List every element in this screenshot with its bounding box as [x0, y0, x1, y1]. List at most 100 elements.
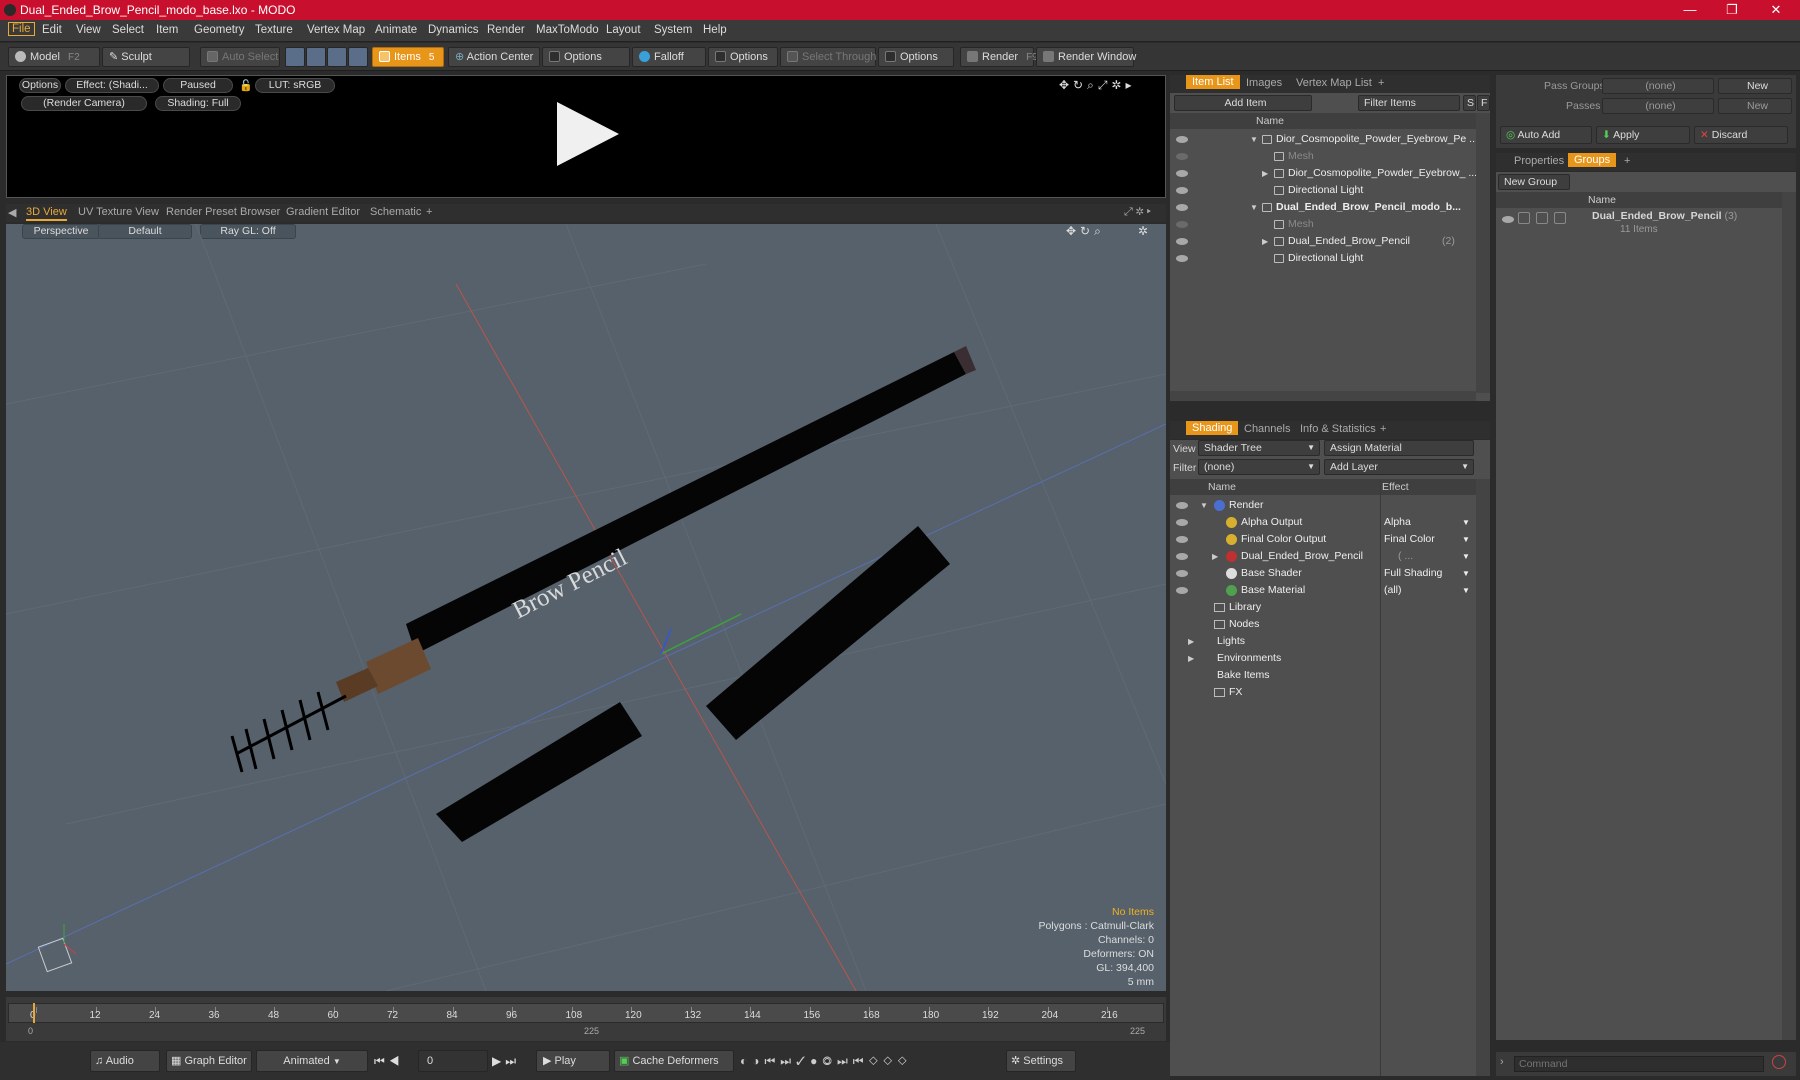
tab-groups[interactable]: Groups	[1568, 153, 1617, 167]
select-through-button[interactable]: Select Through	[780, 47, 876, 67]
render-window-button[interactable]: Render Window	[1036, 47, 1136, 67]
menu-dynamics[interactable]: Dynamics	[428, 24, 478, 36]
expand-right-icon[interactable]: ▶	[1188, 650, 1194, 667]
add-layer-dropdown[interactable]: Add Layer ▼	[1324, 459, 1474, 475]
scene-render[interactable]: Brow Pencil	[6, 224, 1166, 991]
menu-system[interactable]: System	[654, 24, 692, 36]
item-row[interactable]: Directional Light	[1170, 182, 1476, 199]
groups-scrollbar[interactable]	[1782, 192, 1796, 1040]
menu-select[interactable]: Select	[112, 24, 144, 36]
shading-dropdown[interactable]: Shading: Full	[155, 96, 241, 111]
chevron-down-icon[interactable]: ▼	[1462, 531, 1470, 548]
passes-dropdown[interactable]: (none)	[1602, 98, 1714, 114]
shader-row[interactable]: Base Material (all) ▼	[1170, 582, 1476, 599]
shader-tree-scrollbar[interactable]	[1476, 479, 1490, 1076]
brow-pencil-model[interactable]: Brow Pencil	[230, 346, 976, 773]
timeline-playhead[interactable]	[33, 1003, 35, 1023]
new-pass-group-button[interactable]: New	[1718, 78, 1792, 94]
group-lock-checkbox[interactable]	[1536, 212, 1548, 224]
visibility-eye-icon[interactable]	[1176, 536, 1188, 543]
audio-button[interactable]: ♫ Audio	[90, 1050, 160, 1072]
add-item-dropdown[interactable]: Add Item	[1174, 95, 1312, 111]
timeline[interactable]: 0 12 24 36 48 60 72 84 96 108 120 132 144 156 168 180 19…	[6, 997, 1166, 1041]
minimize-icon[interactable]: —	[1670, 0, 1710, 20]
menu-item[interactable]: Item	[156, 24, 178, 36]
effect-value[interactable]: Final Color	[1384, 531, 1435, 548]
shader-row[interactable]: Alpha Output Alpha ▼	[1170, 514, 1476, 531]
tab-vertex-map-list[interactable]: Vertex Map List	[1296, 77, 1372, 89]
filter-f-button[interactable]: F	[1477, 95, 1490, 111]
graph-editor-button[interactable]: ▦ Graph Editor	[166, 1050, 252, 1072]
sculpt-mode-button[interactable]: ✎ Sculpt	[102, 47, 190, 67]
action-center-button[interactable]: ⊕ Action Center	[448, 47, 540, 67]
expand-right-icon[interactable]: ▶	[1262, 165, 1268, 182]
tab-3d-view[interactable]: 3D View	[26, 206, 67, 221]
chevron-down-icon[interactable]: ▼	[1462, 582, 1470, 599]
effect-value[interactable]: (all)	[1384, 582, 1402, 599]
effect-value[interactable]: Full Shading	[1384, 565, 1442, 582]
transport-back-icons[interactable]: ⏮◀	[374, 1054, 404, 1069]
expand-down-icon[interactable]: ▼	[1200, 497, 1208, 514]
lut-dropdown[interactable]: LUT: sRGB	[255, 78, 335, 93]
transport-forward-icons[interactable]: ▶⏭	[492, 1054, 520, 1069]
expand-down-icon[interactable]: ▼	[1250, 199, 1258, 216]
tab-item-list[interactable]: Item List	[1186, 75, 1240, 89]
group-select-checkbox[interactable]	[1554, 212, 1566, 224]
item-row[interactable]: Mesh	[1170, 216, 1476, 233]
add-tab-button[interactable]: +	[1380, 423, 1386, 435]
expand-down-icon[interactable]: ▼	[1250, 131, 1258, 148]
preview-nav-icons[interactable]: ✥↻⌕⤢✲▸	[1059, 78, 1136, 93]
visibility-eye-icon[interactable]	[1176, 187, 1188, 194]
menu-vertex-map[interactable]: Vertex Map	[307, 24, 365, 36]
tab-gradient-editor[interactable]: Gradient Editor	[286, 206, 360, 218]
add-tab-button[interactable]: +	[1378, 77, 1384, 89]
discard-button[interactable]: ✕ Discard	[1694, 126, 1788, 144]
falloff-options-button[interactable]: Options	[708, 47, 778, 67]
effect-value[interactable]: Alpha	[1384, 514, 1411, 531]
3d-viewport[interactable]: Perspective Default Ray GL: Off ✥↻⌕ ✲ Br…	[6, 224, 1166, 991]
menu-layout[interactable]: Layout	[606, 24, 641, 36]
visibility-eye-icon[interactable]	[1176, 204, 1188, 211]
animated-dropdown[interactable]: Animated ▼	[256, 1050, 368, 1072]
visibility-eye-icon[interactable]	[1176, 519, 1188, 526]
shader-row[interactable]: ▶ Lights	[1170, 633, 1476, 650]
camera-dropdown[interactable]: (Render Camera)	[21, 96, 147, 111]
filter-items-input[interactable]: Filter Items	[1358, 95, 1460, 111]
item-row[interactable]: ▶ Dual_Ended_Brow_Pencil (2)	[1170, 233, 1476, 250]
item-row[interactable]: ▼ Dual_Ended_Brow_Pencil_modo_b...	[1170, 199, 1476, 216]
chevron-down-icon[interactable]: ▼	[1462, 548, 1470, 565]
group-render-checkbox[interactable]	[1518, 212, 1530, 224]
visibility-eye-icon[interactable]	[1176, 153, 1188, 160]
play-icon[interactable]	[557, 102, 619, 166]
tab-properties[interactable]: Properties	[1514, 155, 1564, 167]
materials-mode-icon[interactable]	[348, 47, 368, 67]
add-tab-button[interactable]: +	[1624, 155, 1630, 167]
command-input[interactable]	[1514, 1056, 1764, 1072]
edges-mode-icon[interactable]	[306, 47, 326, 67]
menu-help[interactable]: Help	[703, 24, 727, 36]
shader-row[interactable]: ▶ Environments	[1170, 650, 1476, 667]
menu-texture[interactable]: Texture	[255, 24, 293, 36]
close-icon[interactable]: ✕	[1756, 0, 1796, 20]
shader-row[interactable]: Base Shader Full Shading ▼	[1170, 565, 1476, 582]
pencil-cap-left[interactable]	[436, 702, 642, 842]
item-row[interactable]: ▼ Dior_Cosmopolite_Powder_Eyebrow_Pe ...	[1170, 131, 1478, 148]
shader-row[interactable]: Bake Items	[1170, 667, 1476, 684]
pass-groups-dropdown[interactable]: (none)	[1602, 78, 1714, 94]
shader-row[interactable]: ▶ Dual_Ended_Brow_Pencil ( ... ▼	[1170, 548, 1476, 565]
expand-right-icon[interactable]: ▶	[1212, 548, 1218, 565]
falloff-button[interactable]: Falloff	[632, 47, 706, 67]
preview-options-button[interactable]: Options	[19, 78, 61, 93]
preview-effect-dropdown[interactable]: Effect: (Shadi...	[65, 78, 159, 93]
visibility-eye-icon[interactable]	[1176, 502, 1188, 509]
new-pass-button[interactable]: New	[1718, 98, 1792, 114]
filter-dropdown[interactable]: (none) ▼	[1198, 459, 1320, 475]
item-row[interactable]: Mesh	[1170, 148, 1476, 165]
visibility-eye-icon[interactable]	[1176, 587, 1188, 594]
menu-render[interactable]: Render	[487, 24, 525, 36]
tab-schematic[interactable]: Schematic	[370, 206, 421, 218]
visibility-eye-icon[interactable]	[1176, 570, 1188, 577]
menu-view[interactable]: View	[76, 24, 101, 36]
restore-icon[interactable]: ❐	[1712, 0, 1752, 20]
tab-channels[interactable]: Channels	[1244, 423, 1290, 435]
